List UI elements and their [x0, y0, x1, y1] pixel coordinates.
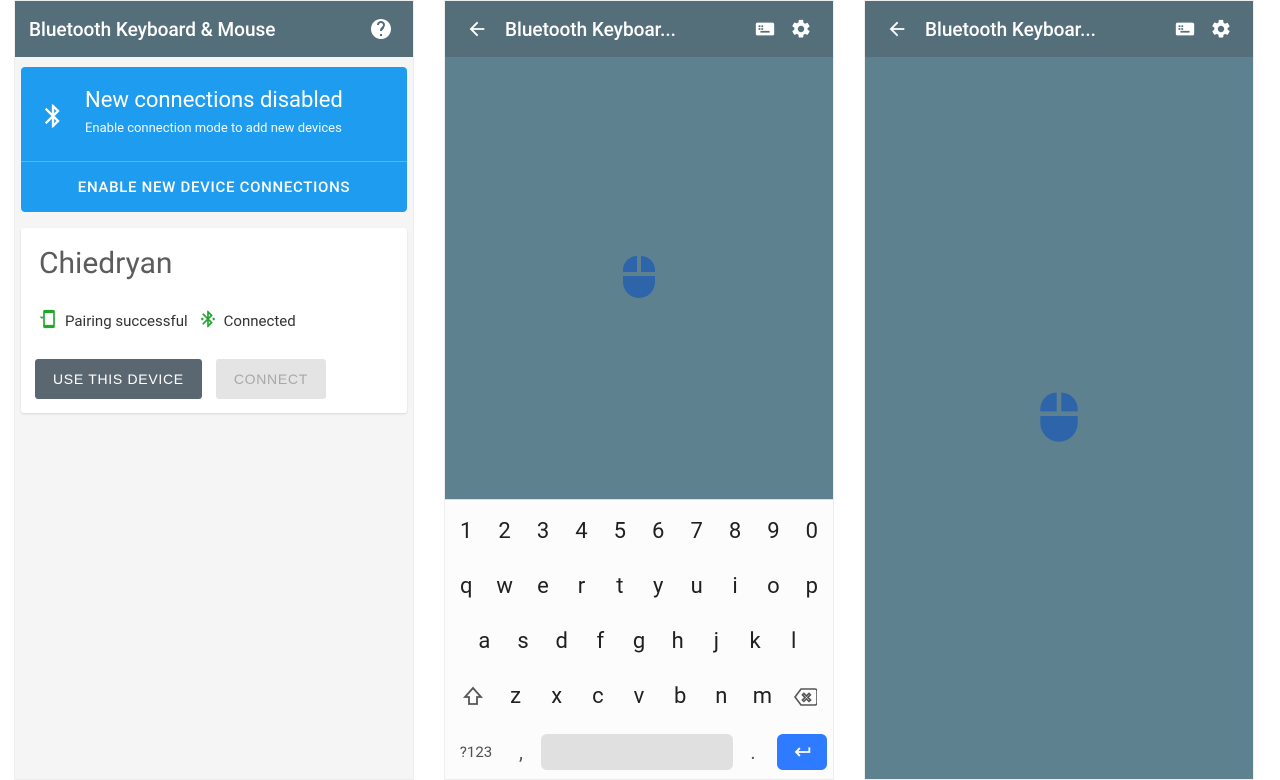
- pair-success-icon: [39, 309, 59, 333]
- use-device-button[interactable]: USE THIS DEVICE: [35, 359, 202, 399]
- key-8[interactable]: 8: [716, 511, 754, 552]
- banner-subtitle: Enable connection mode to add new device…: [85, 121, 343, 138]
- key-a[interactable]: a: [465, 621, 504, 662]
- connection-status: Connected: [198, 309, 296, 333]
- trackpad-area[interactable]: [445, 57, 833, 499]
- symbols-key[interactable]: ?123: [451, 735, 501, 769]
- key-i[interactable]: i: [716, 566, 754, 607]
- key-j[interactable]: j: [697, 621, 736, 662]
- settings-icon[interactable]: [783, 11, 819, 47]
- connection-status-label: Connected: [224, 312, 296, 330]
- key-y[interactable]: y: [639, 566, 677, 607]
- appbar-title: Bluetooth Keyboard & Mouse: [29, 18, 363, 41]
- key-z[interactable]: z: [495, 676, 536, 717]
- key-h[interactable]: h: [658, 621, 697, 662]
- appbar: Bluetooth Keyboard & Mouse: [15, 1, 413, 57]
- appbar-title: Bluetooth Keyboar...: [505, 18, 747, 41]
- connected-icon: [198, 309, 218, 333]
- appbar-title: Bluetooth Keyboar...: [925, 18, 1167, 41]
- key-7[interactable]: 7: [677, 511, 715, 552]
- key-o[interactable]: o: [754, 566, 792, 607]
- keyboard-icon[interactable]: [1167, 11, 1203, 47]
- key-row-1: qwertyuiop: [445, 559, 833, 614]
- pairing-status-label: Pairing successful: [65, 312, 188, 330]
- key-3[interactable]: 3: [524, 511, 562, 552]
- key-u[interactable]: u: [677, 566, 715, 607]
- settings-icon[interactable]: [1203, 11, 1239, 47]
- enter-key[interactable]: [777, 734, 827, 770]
- device-actions: USE THIS DEVICE CONNECT: [35, 359, 393, 399]
- key-e[interactable]: e: [524, 566, 562, 607]
- help-icon[interactable]: [363, 11, 399, 47]
- key-b[interactable]: b: [660, 676, 701, 717]
- device-card: Chiedryan Pairing successful Connected U…: [21, 228, 407, 413]
- pairing-status: Pairing successful: [39, 309, 188, 333]
- connection-banner: New connections disabled Enable connecti…: [21, 67, 407, 212]
- key-row-3: zxcvbnm: [445, 669, 833, 724]
- key-w[interactable]: w: [485, 566, 523, 607]
- device-name: Chiedryan: [35, 246, 393, 281]
- key-v[interactable]: v: [618, 676, 659, 717]
- shift-key[interactable]: [451, 677, 495, 717]
- mouse-icon: [615, 252, 663, 304]
- key-row-numbers: 1234567890: [445, 504, 833, 559]
- device-status-row: Pairing successful Connected: [35, 309, 393, 333]
- appbar: Bluetooth Keyboar...: [445, 1, 833, 57]
- keyboard-icon[interactable]: [747, 11, 783, 47]
- key-q[interactable]: q: [447, 566, 485, 607]
- key-5[interactable]: 5: [601, 511, 639, 552]
- mouse-icon: [1031, 388, 1087, 448]
- bluetooth-icon: [39, 97, 67, 139]
- key-row-bottom: ?123 , .: [445, 724, 833, 779]
- key-r[interactable]: r: [562, 566, 600, 607]
- comma-key[interactable]: ,: [507, 732, 535, 772]
- back-icon[interactable]: [879, 11, 915, 47]
- screen-trackpad-keyboard: Bluetooth Keyboar... 1234567890 qwertyui…: [444, 0, 834, 780]
- period-key[interactable]: .: [739, 732, 767, 772]
- appbar: Bluetooth Keyboar...: [865, 1, 1253, 57]
- key-d[interactable]: d: [542, 621, 581, 662]
- key-k[interactable]: k: [736, 621, 775, 662]
- key-m[interactable]: m: [742, 676, 783, 717]
- enable-connections-button[interactable]: ENABLE NEW DEVICE CONNECTIONS: [21, 161, 407, 212]
- space-key[interactable]: [541, 734, 733, 770]
- key-t[interactable]: t: [601, 566, 639, 607]
- key-x[interactable]: x: [536, 676, 577, 717]
- key-2[interactable]: 2: [485, 511, 523, 552]
- key-n[interactable]: n: [701, 676, 742, 717]
- key-0[interactable]: 0: [793, 511, 831, 552]
- key-6[interactable]: 6: [639, 511, 677, 552]
- banner-title: New connections disabled: [85, 87, 343, 115]
- key-l[interactable]: l: [774, 621, 813, 662]
- key-row-2: asdfghjkl: [445, 614, 833, 669]
- screen-devices: Bluetooth Keyboard & Mouse New connectio…: [14, 0, 414, 780]
- key-1[interactable]: 1: [447, 511, 485, 552]
- key-c[interactable]: c: [577, 676, 618, 717]
- soft-keyboard: 1234567890 qwertyuiop asdfghjkl zxcvbnm …: [445, 499, 833, 779]
- key-9[interactable]: 9: [754, 511, 792, 552]
- screen-trackpad: Bluetooth Keyboar...: [864, 0, 1254, 780]
- trackpad-area[interactable]: [865, 57, 1253, 779]
- key-g[interactable]: g: [620, 621, 659, 662]
- key-f[interactable]: f: [581, 621, 620, 662]
- key-4[interactable]: 4: [562, 511, 600, 552]
- banner-content: New connections disabled Enable connecti…: [21, 67, 407, 161]
- key-s[interactable]: s: [504, 621, 543, 662]
- back-icon[interactable]: [459, 11, 495, 47]
- connect-button: CONNECT: [216, 359, 326, 399]
- key-p[interactable]: p: [793, 566, 831, 607]
- backspace-key[interactable]: [783, 677, 827, 717]
- banner-text: New connections disabled Enable connecti…: [85, 87, 343, 137]
